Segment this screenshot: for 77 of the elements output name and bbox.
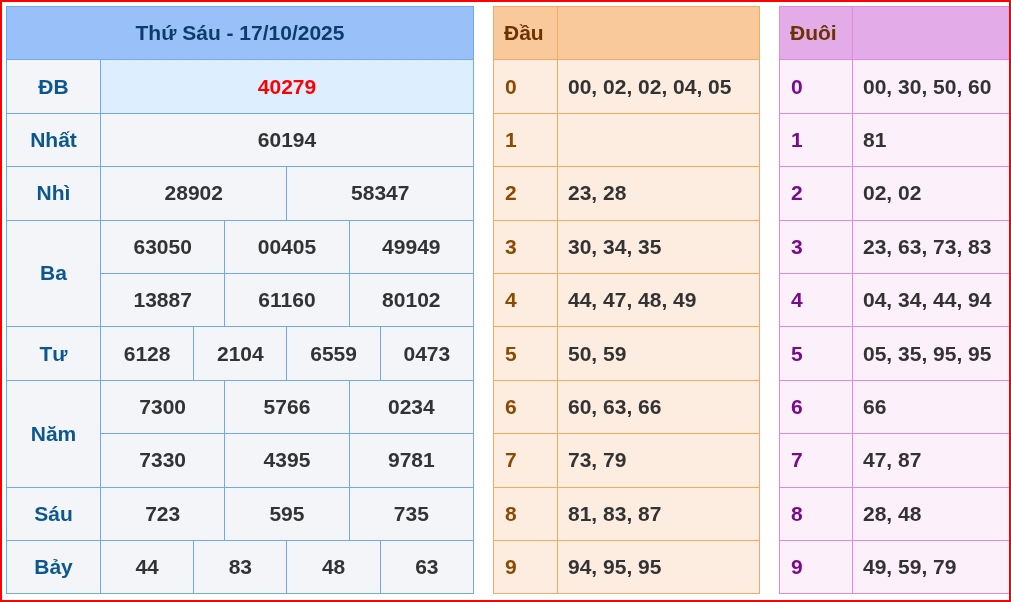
numbers-cell: 66 bbox=[852, 380, 1009, 434]
numbers-cell: 05, 35, 95, 95 bbox=[852, 326, 1009, 381]
digit-cell: 0 bbox=[779, 59, 853, 114]
prize-number: 6559 bbox=[286, 326, 381, 381]
prize-number: 83 bbox=[193, 540, 287, 594]
prize-label: Ba bbox=[6, 220, 101, 327]
digit-cell: 1 bbox=[779, 113, 853, 167]
column-header: Đầu bbox=[493, 6, 558, 60]
digit-cell: 3 bbox=[493, 220, 558, 274]
numbers-cell: 00, 30, 50, 60 bbox=[852, 59, 1009, 114]
numbers-cell: 47, 87 bbox=[852, 433, 1009, 487]
prize-number: 49949 bbox=[349, 220, 474, 274]
column-header: Đuôi bbox=[779, 6, 853, 60]
numbers-cell: 81, 83, 87 bbox=[557, 487, 760, 541]
numbers-cell: 44, 47, 48, 49 bbox=[557, 273, 760, 327]
digit-cell: 2 bbox=[493, 166, 558, 221]
prize-label: Tư bbox=[6, 326, 101, 381]
numbers-cell: 50, 59 bbox=[557, 326, 760, 381]
prize-number: 58347 bbox=[286, 166, 474, 221]
digit-cell: 8 bbox=[779, 487, 853, 541]
prize-number: 13887 bbox=[100, 273, 225, 327]
prize-label: ĐB bbox=[6, 59, 101, 114]
digit-cell: 5 bbox=[779, 326, 853, 381]
prize-number: 60194 bbox=[100, 113, 474, 167]
digit-cell: 1 bbox=[493, 113, 558, 167]
prize-number: 735 bbox=[349, 487, 474, 541]
numbers-cell: 23, 28 bbox=[557, 166, 760, 221]
prize-label: Sáu bbox=[6, 487, 101, 541]
prize-label: Năm bbox=[6, 380, 101, 487]
table-title: Thứ Sáu - 17/10/2025 bbox=[6, 6, 474, 60]
prize-label: Bảy bbox=[6, 540, 101, 594]
digit-cell: 3 bbox=[779, 220, 853, 274]
numbers-cell: 30, 34, 35 bbox=[557, 220, 760, 274]
prize-number: 63050 bbox=[100, 220, 225, 274]
prize-number: 80102 bbox=[349, 273, 474, 327]
digit-cell: 0 bbox=[493, 59, 558, 114]
prize-number: 7330 bbox=[100, 433, 225, 487]
prize-number: 44 bbox=[100, 540, 194, 594]
numbers-cell: 49, 59, 79 bbox=[852, 540, 1009, 594]
digit-cell: 2 bbox=[779, 166, 853, 221]
digit-cell: 4 bbox=[779, 273, 853, 327]
digit-cell: 6 bbox=[493, 380, 558, 434]
prize-number: 723 bbox=[100, 487, 225, 541]
prize-number: 48 bbox=[286, 540, 381, 594]
prize-number: 0234 bbox=[349, 380, 474, 434]
numbers-cell: 28, 48 bbox=[852, 487, 1009, 541]
prize-number: 28902 bbox=[100, 166, 287, 221]
prize-label: Nhì bbox=[6, 166, 101, 221]
prize-number: 7300 bbox=[100, 380, 225, 434]
numbers-cell: 00, 02, 02, 04, 05 bbox=[557, 59, 760, 114]
prize-label: Nhất bbox=[6, 113, 101, 167]
numbers-cell: 23, 63, 73, 83 bbox=[852, 220, 1009, 274]
digit-cell: 6 bbox=[779, 380, 853, 434]
prize-number: 5766 bbox=[224, 380, 350, 434]
prize-number: 00405 bbox=[224, 220, 350, 274]
prize-number: 2104 bbox=[193, 326, 287, 381]
prize-number: 40279 bbox=[100, 59, 474, 114]
digit-cell: 9 bbox=[779, 540, 853, 594]
prize-number: 0473 bbox=[380, 326, 474, 381]
prize-number: 9781 bbox=[349, 433, 474, 487]
prize-number: 595 bbox=[224, 487, 350, 541]
numbers-cell: 81 bbox=[852, 113, 1009, 167]
prize-number: 6128 bbox=[100, 326, 194, 381]
digit-cell: 4 bbox=[493, 273, 558, 327]
numbers-cell: 04, 34, 44, 94 bbox=[852, 273, 1009, 327]
digit-cell: 7 bbox=[779, 433, 853, 487]
digit-cell: 5 bbox=[493, 326, 558, 381]
numbers-cell: 60, 63, 66 bbox=[557, 380, 760, 434]
prize-number: 63 bbox=[380, 540, 474, 594]
digit-cell: 8 bbox=[493, 487, 558, 541]
prize-number: 61160 bbox=[224, 273, 350, 327]
digit-cell: 7 bbox=[493, 433, 558, 487]
prize-number: 4395 bbox=[224, 433, 350, 487]
digit-cell: 9 bbox=[493, 540, 558, 594]
numbers-cell: 94, 95, 95 bbox=[557, 540, 760, 594]
numbers-cell: 02, 02 bbox=[852, 166, 1009, 221]
numbers-cell: 73, 79 bbox=[557, 433, 760, 487]
